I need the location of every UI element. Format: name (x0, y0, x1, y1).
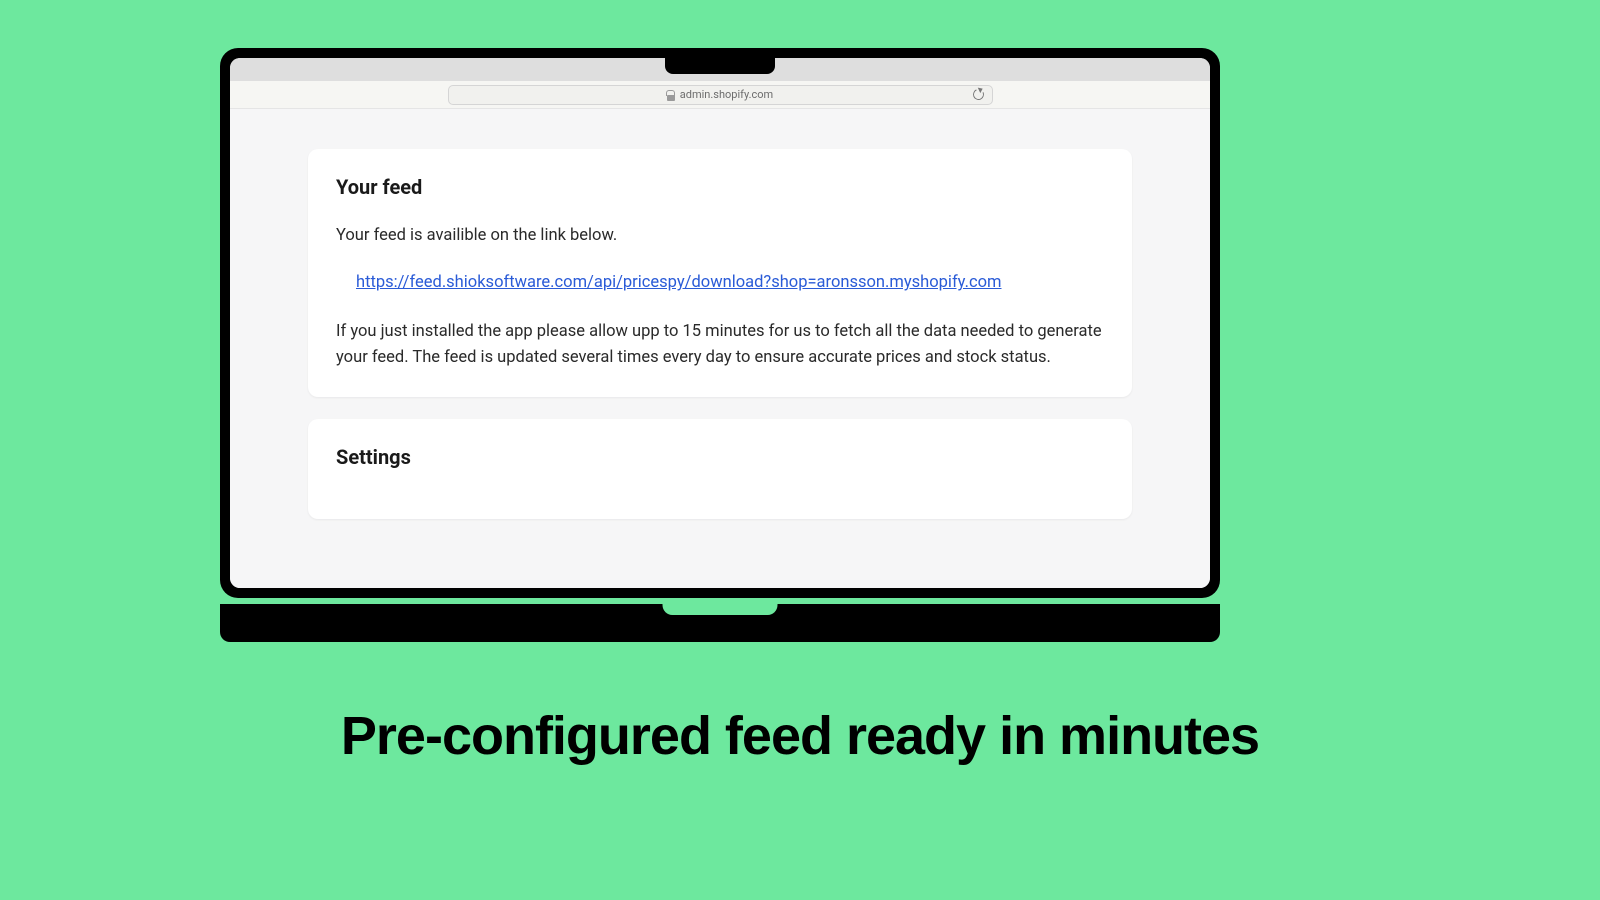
settings-card: Settings (308, 419, 1132, 519)
laptop-screen: admin.shopify.com Your feed Your feed is… (220, 48, 1220, 598)
laptop-base (220, 604, 1220, 642)
page-content: Your feed Your feed is availible on the … (230, 109, 1210, 588)
feed-url-link[interactable]: https://feed.shioksoftware.com/api/price… (336, 269, 1104, 296)
refresh-icon[interactable] (971, 87, 985, 101)
feed-info-text: If you just installed the app please all… (336, 319, 1104, 372)
laptop-mockup: admin.shopify.com Your feed Your feed is… (220, 48, 1220, 642)
url-text: admin.shopify.com (680, 88, 773, 101)
feed-card: Your feed Your feed is availible on the … (308, 149, 1132, 397)
browser-window: admin.shopify.com Your feed Your feed is… (230, 58, 1210, 588)
camera-notch (665, 48, 775, 74)
feed-card-heading: Your feed (336, 175, 1104, 199)
settings-card-heading: Settings (336, 445, 1104, 469)
address-bar[interactable]: admin.shopify.com (448, 85, 993, 105)
browser-toolbar: admin.shopify.com (230, 81, 1210, 109)
lock-icon (667, 90, 675, 100)
trackpad-notch (663, 604, 778, 615)
feed-intro-text: Your feed is availible on the link below… (336, 223, 1104, 249)
marketing-headline: Pre-configured feed ready in minutes (0, 705, 1600, 767)
